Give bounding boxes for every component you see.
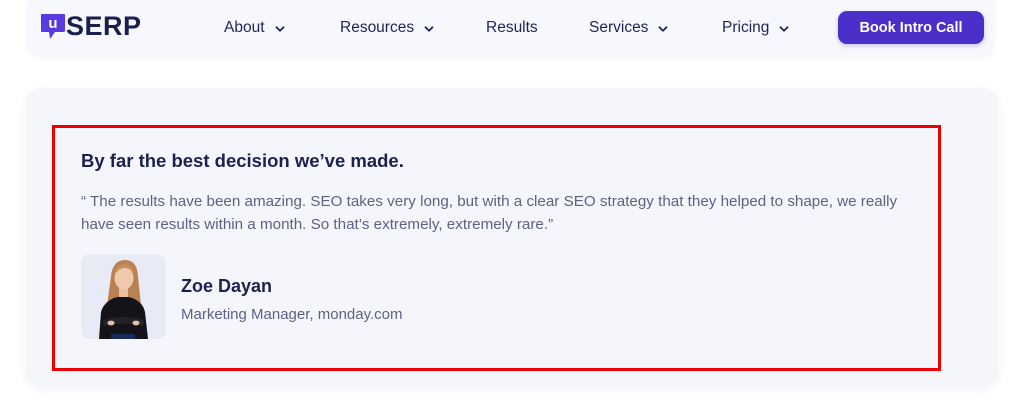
nav-item-resources[interactable]: Resources (340, 18, 435, 38)
nav-item-label: Pricing (722, 19, 770, 36)
testimonial-headline: By far the best decision we’ve made. (81, 150, 404, 171)
nav-item-label: Results (486, 19, 538, 36)
nav-item-label: Resources (340, 19, 415, 36)
author-avatar (81, 254, 166, 339)
top-navbar: u SERP About Resources Results Services (28, 0, 994, 56)
nav-item-label: About (224, 19, 265, 36)
chevron-down-icon (423, 22, 435, 34)
author-name: Zoe Dayan (181, 276, 273, 296)
author-role: Marketing Manager, monday.com (181, 306, 403, 323)
chevron-down-icon (274, 22, 286, 34)
nav-item-label: Services (589, 19, 649, 36)
testimonial-quote: “ The results have been amazing. SEO tak… (81, 193, 898, 233)
nav-item-pricing[interactable]: Pricing (722, 18, 790, 38)
book-intro-call-button[interactable]: Book Intro Call (838, 11, 984, 44)
chevron-down-icon (778, 22, 790, 34)
nav-item-services[interactable]: Services (589, 18, 669, 38)
nav-item-results[interactable]: Results (486, 18, 538, 38)
chevron-down-icon (657, 22, 669, 34)
nav-item-about[interactable]: About (224, 18, 286, 38)
